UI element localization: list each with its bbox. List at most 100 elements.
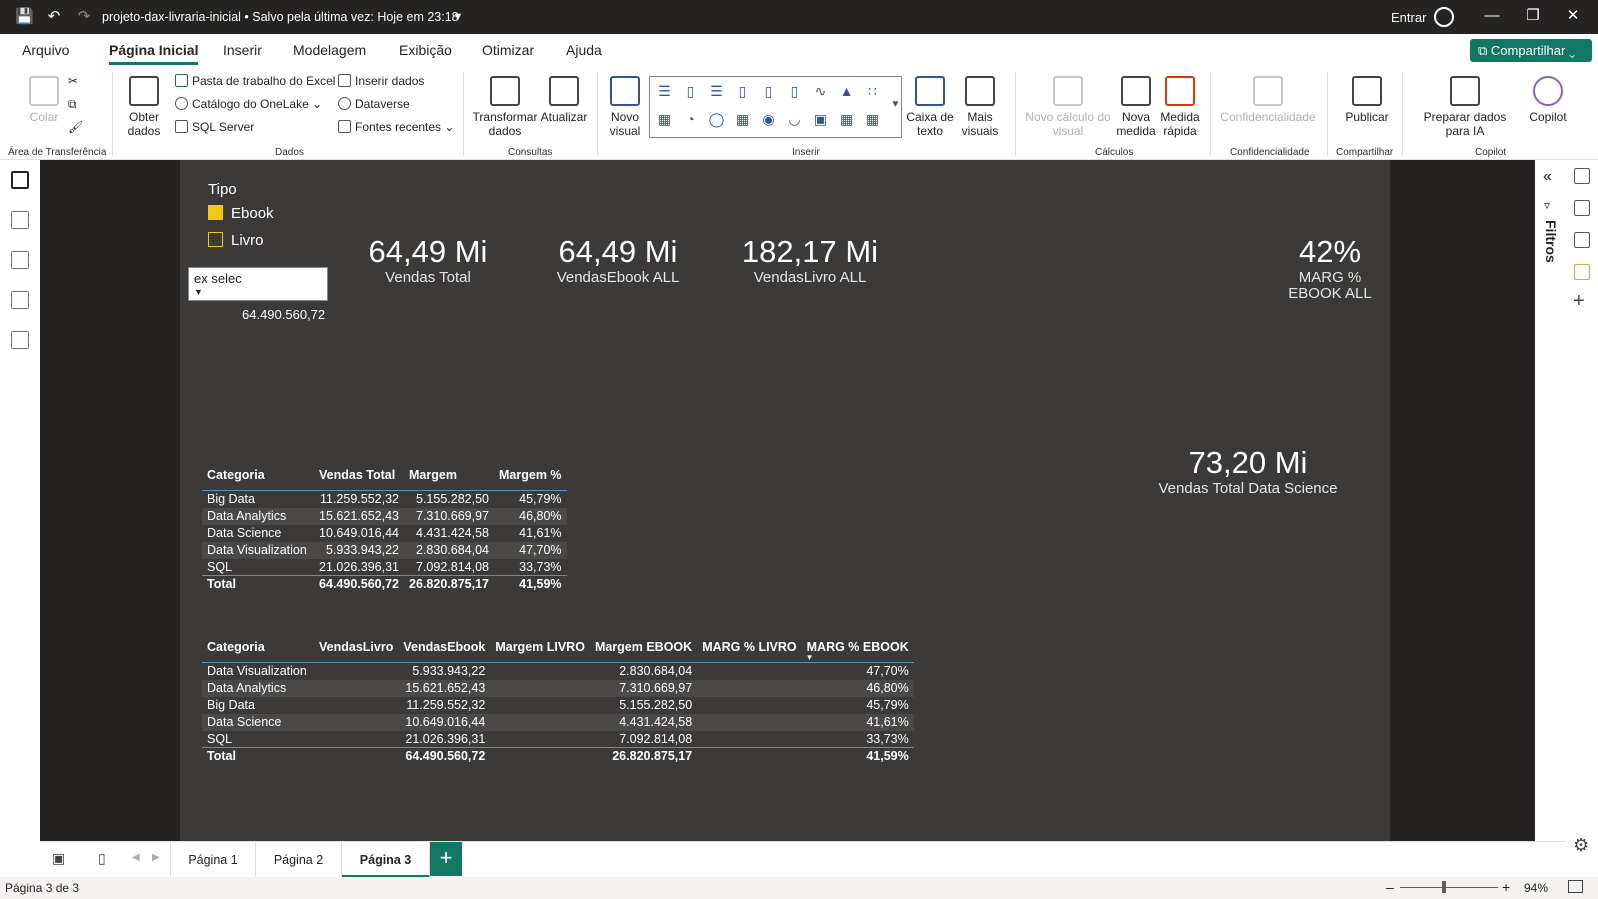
table-row[interactable]: Big Data 11.259.552,32 5.155.282,50 45,79% (202, 697, 914, 714)
column-header[interactable]: Margem LIVRO (490, 638, 590, 663)
zoom-in-button[interactable]: + (1502, 879, 1510, 895)
pie-chart-icon[interactable]: ◔ (682, 111, 699, 127)
refresh-button[interactable]: Atualizar (538, 76, 590, 124)
area-chart-icon[interactable]: ▲ (838, 83, 855, 99)
get-data-button[interactable]: Obter dados (118, 76, 170, 138)
mobile-view-icon[interactable]: ▯ (98, 850, 106, 867)
card-icon[interactable]: ▣ (812, 111, 829, 127)
column-header[interactable]: Margem % (494, 466, 567, 491)
text-box-button[interactable]: Caixa de texto (906, 76, 954, 138)
maximize-button[interactable]: ❐ (1523, 6, 1543, 26)
data-pane-icon[interactable] (1574, 168, 1590, 184)
undo-icon[interactable]: ↶ (45, 8, 63, 26)
gauge-icon[interactable]: ◡ (786, 111, 803, 127)
column-header[interactable]: MARG % EBOOK ▼ (802, 638, 914, 663)
redo-icon[interactable]: ↷ (75, 8, 93, 26)
filters-pane[interactable]: « ▿ Filtros (1535, 160, 1565, 841)
table-row[interactable]: Data Visualization 5.933.943,22 2.830.684,… (202, 541, 567, 559)
minimize-button[interactable]: — (1482, 6, 1502, 26)
tab-pagina-1[interactable]: Página 1 (170, 842, 256, 878)
menu-otimizar[interactable]: Otimizar (482, 42, 534, 58)
zoom-out-button[interactable]: – (1386, 879, 1394, 895)
format-painter-icon[interactable]: 🖌 (68, 120, 83, 134)
margin-table[interactable]: Categoria Vendas Total Margem Margem % B… (202, 466, 567, 593)
ribbon-chart-icon[interactable]: ▯ (760, 83, 777, 99)
window-title[interactable]: projeto-dax-livraria-inicial • Salvo pel… (102, 10, 459, 24)
slicer-item-livro[interactable]: Livro (208, 232, 264, 249)
menu-ajuda[interactable]: Ajuda (566, 42, 602, 58)
paste-button[interactable]: Colar (22, 76, 66, 124)
stacked-bar-icon[interactable]: ☰ (656, 83, 673, 99)
column-header[interactable]: VendasEbook (398, 638, 490, 663)
table-row[interactable]: Data Analytics 15.621.652,43 7.310.669,97 4… (202, 679, 914, 697)
expand-icon[interactable]: « (1543, 168, 1552, 186)
type-margin-table[interactable]: Categoria VendasLivro VendasEbook Margem… (202, 638, 914, 765)
add-icon[interactable]: + (1573, 290, 1585, 313)
prepare-data-ai-button[interactable]: Preparar dados para IA (1410, 76, 1520, 138)
onelake-button[interactable]: Catálogo do OneLake ⌄ (175, 97, 322, 111)
clustered-bar-icon[interactable]: ☰ (708, 83, 725, 99)
tab-pagina-3[interactable]: Página 3 (342, 842, 430, 878)
bookmarks-pane-icon[interactable] (1574, 264, 1590, 280)
column-header[interactable]: Vendas Total (314, 466, 404, 491)
card-marg-ebook-all[interactable]: 42% MARG % EBOOK ALL (1285, 234, 1375, 302)
menu-modelagem[interactable]: Modelagem (293, 42, 366, 58)
card-vendas-data-science[interactable]: 73,20 Mi Vendas Total Data Science (1153, 445, 1343, 497)
slicer-item-ebook[interactable]: Ebook (208, 205, 274, 222)
scatter-chart-icon[interactable]: ∷ (864, 83, 881, 99)
table-row[interactable]: Data Science 10.649.016,44 4.431.424,58 41,… (202, 525, 567, 542)
copilot-button[interactable]: Copilot (1520, 76, 1576, 124)
publish-button[interactable]: Publicar (1340, 76, 1394, 124)
menu-inserir[interactable]: Inserir (223, 42, 262, 58)
more-visuals-button[interactable]: Mais visuais (956, 76, 1004, 138)
model-view-icon[interactable] (11, 251, 29, 269)
sensitivity-button[interactable]: Confidencialidade (1218, 76, 1318, 124)
close-button[interactable]: ✕ (1563, 6, 1583, 26)
zoom-slider[interactable] (1400, 887, 1498, 888)
recent-sources-button[interactable]: Fontes recentes ⌄ (338, 120, 454, 134)
card-vendas-total[interactable]: 64,49 Mi Vendas Total (358, 234, 498, 286)
table-row[interactable]: SQL 21.026.396,31 7.092.814,08 33,73% (202, 731, 914, 748)
line-column-icon[interactable]: ▯ (786, 83, 803, 99)
table-visual-icon[interactable]: ▦ (838, 111, 855, 127)
card-vendas-livro-all[interactable]: 182,17 Mi VendasLivro ALL (733, 234, 887, 286)
column-header[interactable]: Categoria (202, 638, 314, 663)
new-visual-calc-button[interactable]: Novo cálculo do visual (1022, 76, 1114, 138)
menu-pagina-inicial[interactable]: Página Inicial (109, 42, 199, 65)
table-row[interactable]: Big Data 11.259.552,32 5.155.282,50 45,79% (202, 490, 567, 508)
fit-to-page-icon[interactable] (1568, 880, 1583, 893)
zoom-slider-thumb[interactable] (1442, 881, 1446, 893)
dax-query-icon[interactable] (11, 291, 29, 309)
dataverse-button[interactable]: Dataverse (338, 97, 410, 111)
table-row[interactable]: Data Science 10.649.016,44 4.431.424,58 41,… (202, 713, 914, 731)
excel-button[interactable]: Pasta de trabalho do Excel (175, 74, 335, 88)
map-icon[interactable]: ◉ (760, 111, 777, 127)
report-view-icon[interactable] (11, 171, 29, 189)
tab-pagina-2[interactable]: Página 2 (256, 842, 342, 878)
chevron-down-icon[interactable]: ▼ (887, 97, 904, 113)
donut-chart-icon[interactable]: ◯ (708, 111, 725, 127)
menu-arquivo[interactable]: Arquivo (22, 42, 69, 58)
quick-measure-button[interactable]: Medida rápida (1158, 76, 1202, 138)
new-measure-button[interactable]: Nova medida (1116, 76, 1156, 138)
avatar[interactable] (1434, 7, 1454, 27)
visualizations-pane-icon[interactable] (1574, 200, 1590, 216)
cut-icon[interactable]: ✂ (68, 74, 78, 88)
ex-selec-dropdown[interactable]: ex selec ▼ (188, 267, 328, 301)
save-icon[interactable]: 💾 (15, 8, 34, 26)
signin-button[interactable]: Entrar (1391, 10, 1426, 25)
enter-data-button[interactable]: Inserir dados (338, 74, 424, 88)
treemap-icon[interactable]: ▦ (734, 111, 751, 127)
table-row[interactable]: SQL 21.026.396,31 7.092.814,08 33,73% (202, 559, 567, 576)
tmdl-view-icon[interactable] (11, 331, 29, 349)
matrix-visual-icon[interactable]: ▦ (864, 111, 881, 127)
share-button[interactable]: ⧉ Compartilhar ⌄ (1470, 39, 1592, 62)
copy-icon[interactable]: ⧉ (68, 97, 77, 112)
add-page-button[interactable]: + (430, 842, 462, 876)
format-pane-icon[interactable] (1574, 232, 1590, 248)
column-header[interactable]: Margem EBOOK (590, 638, 697, 663)
scroll-left-icon[interactable]: ◀ (132, 852, 140, 863)
column-header[interactable]: Margem (404, 466, 494, 491)
desktop-view-icon[interactable]: ▣ (52, 850, 65, 867)
new-visual-button[interactable]: Novo visual (605, 76, 645, 138)
